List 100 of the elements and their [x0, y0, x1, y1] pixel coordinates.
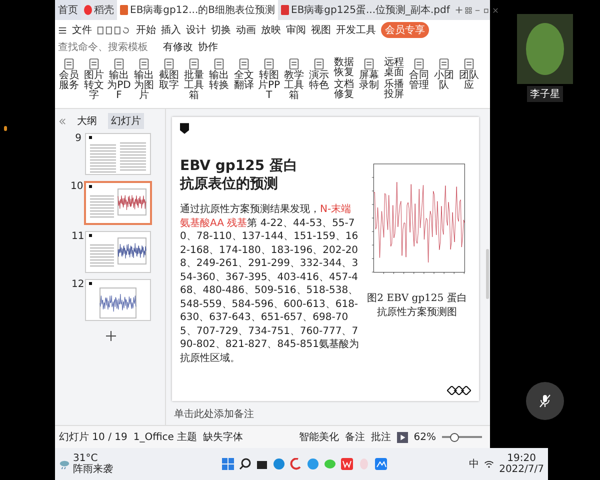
close-icon[interactable]: [492, 6, 499, 14]
page-icon: [239, 58, 249, 70]
menu-icon[interactable]: [58, 26, 67, 34]
temperature: 31°C: [73, 453, 98, 464]
muted-microphone-icon: [539, 394, 551, 408]
toolbar-button[interactable]: 转图片PPT: [257, 58, 281, 106]
search-icon[interactable]: [238, 458, 251, 470]
slide-body-text: 通过抗原性方案预测结果发现，N-末端氨基酸AA 残基第 4-22、44-53、55-70、78-110、137-144、151-159、162-168、174-180、183-196、202-208、249-261、291-299、332-344、354-360、367-395、403-416、457-468、480-486、509-516、518-538、548-559、584-596、600-613、618-630、637-643、651-657、698-705、707-729、734-751、760-777、790-802、821-827、845-851氨基酸为抗原性区域。: [180, 203, 359, 365]
menu-action[interactable]: 有修改: [163, 40, 193, 54]
zoom-slider-thumb[interactable]: [450, 433, 459, 442]
toolbar-button[interactable]: 输出为图片: [132, 58, 156, 106]
diamond-pattern-icon: [447, 386, 471, 395]
input-method[interactable]: 中: [469, 457, 480, 471]
menu-action[interactable]: 协作: [198, 40, 218, 54]
page-icon: [139, 58, 149, 70]
toolbar-button[interactable]: 教学工具箱: [282, 58, 306, 106]
page-icon: [189, 58, 199, 70]
slide-title: EBV gp125 蛋白 抗原表位的预测: [180, 157, 299, 193]
rain-cloud-icon: [59, 458, 70, 470]
menu-item[interactable]: 插入: [161, 23, 181, 37]
page-icon: [214, 58, 224, 70]
toolbar-button[interactable]: 会员服务: [57, 58, 81, 106]
toolbar-button[interactable]: 屏幕录制: [357, 58, 381, 106]
search-field[interactable]: 查找命令、搜索模板: [58, 42, 158, 52]
collapse-icon[interactable]: [59, 118, 66, 124]
task-view-icon[interactable]: [256, 458, 268, 470]
meeting-app-icon[interactable]: [374, 458, 387, 470]
page-icon: [264, 58, 274, 70]
clock-date: 2022/7/7: [499, 464, 544, 475]
toolbar-button[interactable]: 输出转换: [207, 58, 231, 106]
menu-item[interactable]: 设计: [186, 23, 206, 37]
page-icon: [164, 58, 174, 70]
page-icon: [464, 58, 474, 70]
file-icon: [120, 5, 128, 15]
toolbar-button[interactable]: 远程桌面: [382, 58, 406, 78]
avatar-circle: [526, 23, 564, 75]
cursor-marker: [4, 126, 7, 131]
toolbar-button[interactable]: 输出为PDF: [107, 58, 131, 106]
page-icon: [364, 58, 374, 70]
toolbar-button[interactable]: 批量工具箱: [182, 58, 206, 106]
slide-number: 11: [72, 231, 82, 242]
menu-item[interactable]: 开始: [136, 23, 156, 37]
slide-thumbnail[interactable]: [84, 133, 150, 175]
comments-button[interactable]: 批注: [370, 430, 391, 444]
wifi-icon[interactable]: [484, 459, 494, 469]
toolbar-button[interactable]: 全文翻译: [232, 58, 256, 106]
slide-thumbnail[interactable]: [84, 181, 152, 225]
page-icon: [439, 58, 449, 70]
slide-number: 10: [70, 181, 80, 192]
page-icon: [64, 58, 74, 70]
theme-name: 1_Office 主题: [133, 430, 198, 444]
menu-item[interactable]: 审阅: [286, 23, 306, 37]
toolbar-button[interactable]: 乐播投屏: [382, 80, 406, 100]
participant-name: 李子星: [527, 86, 563, 102]
zoom-percent[interactable]: 62%: [414, 432, 436, 442]
toolbar-button[interactable]: 小团队: [432, 58, 456, 106]
menu-item[interactable]: 动画: [236, 23, 256, 37]
sidebar-tab[interactable]: 幻灯片: [108, 113, 144, 129]
document-tab[interactable]: EB病毒gp125蛋...位预测_副本.pdf: [278, 0, 453, 20]
document-tab[interactable]: 稻壳: [81, 0, 117, 20]
add-slide-icon[interactable]: [106, 331, 116, 341]
menu-item[interactable]: 放映: [261, 23, 281, 37]
slide-number: 9: [74, 133, 82, 144]
toolbar-button[interactable]: 文档修复: [332, 80, 356, 100]
toolbar-button[interactable]: 图片转文字: [82, 58, 106, 106]
page-icon: [114, 58, 124, 70]
file-menu[interactable]: 文件: [72, 23, 92, 37]
notes-field[interactable]: 单击此处添加备注: [166, 405, 485, 425]
page-icon: [314, 58, 324, 70]
toolbar-button[interactable]: 截图取字: [157, 58, 181, 106]
menu-item[interactable]: 切换: [211, 23, 231, 37]
browser-icon[interactable]: [272, 458, 285, 470]
notes-button[interactable]: 备注: [344, 430, 365, 444]
mute-button[interactable]: [526, 382, 564, 420]
missing-fonts-button[interactable]: 缺失字体: [203, 430, 244, 444]
toolbar-button[interactable]: 合同管理: [407, 58, 431, 106]
grid-icon[interactable]: [464, 6, 472, 14]
app-icon[interactable]: [290, 458, 302, 470]
scrollbar-thumb[interactable]: [486, 249, 489, 299]
toolbar-button[interactable]: 演示特色: [307, 58, 331, 106]
toolbar-button[interactable]: 数据恢复: [332, 58, 356, 78]
play-icon[interactable]: [396, 432, 408, 442]
browser-icon[interactable]: [306, 458, 319, 470]
restore-icon[interactable]: [482, 6, 490, 14]
document-tab[interactable]: 首页: [55, 0, 81, 20]
document-tab[interactable]: EB病毒gp12...的B细胞表位预测: [117, 0, 278, 20]
slide-thumbnail[interactable]: [84, 231, 150, 273]
menu-item[interactable]: 开发工具: [336, 23, 376, 37]
page-icon: [414, 58, 424, 70]
pennant-icon: [180, 123, 189, 134]
quick-access-icons[interactable]: [97, 26, 131, 34]
toolbar-button[interactable]: 团队应: [457, 58, 481, 106]
office-app-icon[interactable]: [340, 458, 353, 470]
slide-thumbnail[interactable]: [84, 279, 150, 321]
page-icon: [289, 58, 299, 70]
windows-start-icon[interactable]: [222, 458, 234, 470]
beautify-button[interactable]: 智能美化: [298, 430, 339, 444]
add-tab-icon[interactable]: [454, 6, 463, 14]
menu-item[interactable]: 视图: [311, 23, 331, 37]
sidebar-tab[interactable]: 大纲: [74, 113, 100, 129]
